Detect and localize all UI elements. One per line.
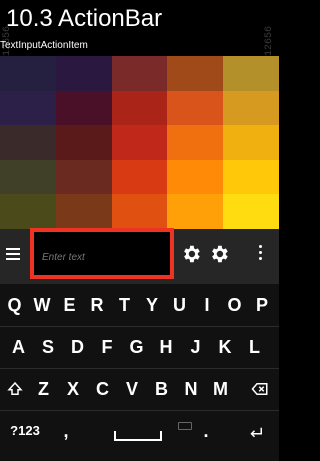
comma-key[interactable]: , [56, 410, 76, 452]
key-b[interactable]: B [149, 368, 174, 410]
color-swatch [55, 159, 112, 195]
key-l[interactable]: L [242, 326, 267, 368]
app-header: 10.3 ActionBar TextInputActionItem [0, 0, 279, 56]
key-d[interactable]: D [65, 326, 90, 368]
spacebar-icon[interactable] [114, 431, 162, 441]
key-e[interactable]: E [57, 284, 82, 326]
gear-icon[interactable] [208, 243, 230, 265]
more-vertical-icon[interactable] [259, 245, 263, 263]
color-swatch [167, 125, 224, 160]
key-v[interactable]: V [120, 368, 145, 410]
backspace-icon[interactable] [248, 380, 272, 398]
key-g[interactable]: G [124, 326, 149, 368]
color-swatch [167, 194, 224, 229]
color-swatch [167, 90, 224, 126]
color-swatch-grid [0, 56, 279, 229]
hamburger-icon[interactable] [6, 248, 20, 262]
key-q[interactable]: Q [2, 284, 27, 326]
key-w[interactable]: W [30, 284, 55, 326]
enter-icon[interactable] [246, 424, 266, 442]
color-swatch [55, 56, 112, 91]
key-i[interactable]: I [195, 284, 220, 326]
key-y[interactable]: Y [140, 284, 165, 326]
color-swatch [223, 90, 279, 126]
color-swatch [0, 125, 56, 160]
color-swatch [0, 194, 56, 229]
key-x[interactable]: X [61, 368, 86, 410]
color-swatch [0, 56, 56, 91]
color-swatch [111, 90, 168, 126]
key-t[interactable]: T [112, 284, 137, 326]
color-swatch [111, 125, 168, 160]
page-subtitle: TextInputActionItem [0, 40, 88, 51]
key-o[interactable]: O [222, 284, 247, 326]
shift-icon[interactable] [6, 380, 24, 398]
color-swatch [0, 159, 56, 195]
key-r[interactable]: R [85, 284, 110, 326]
text-input[interactable] [40, 248, 164, 266]
key-k[interactable]: K [213, 326, 238, 368]
color-swatch [55, 90, 112, 126]
key-s[interactable]: S [36, 326, 61, 368]
color-swatch [167, 56, 224, 91]
key-p[interactable]: P [250, 284, 275, 326]
color-swatch [111, 56, 168, 91]
text-input-action-item[interactable] [30, 228, 174, 279]
key-h[interactable]: H [154, 326, 179, 368]
color-swatch [55, 125, 112, 160]
keyboard-hint-icon [178, 422, 192, 430]
color-swatch [223, 125, 279, 160]
key-m[interactable]: M [208, 368, 233, 410]
period-key[interactable]: . [196, 410, 216, 452]
color-swatch [167, 159, 224, 195]
key-n[interactable]: N [179, 368, 204, 410]
color-swatch [55, 194, 112, 229]
color-swatch [223, 56, 279, 91]
key-f[interactable]: F [95, 326, 120, 368]
key-z[interactable]: Z [31, 368, 56, 410]
color-swatch [111, 159, 168, 195]
color-swatch [0, 90, 56, 126]
page-title: 10.3 ActionBar [6, 5, 163, 32]
gear-icon[interactable] [180, 243, 202, 265]
symbols-key[interactable]: ?123 [6, 410, 44, 452]
color-swatch [111, 194, 168, 229]
key-u[interactable]: U [167, 284, 192, 326]
key-a[interactable]: A [6, 326, 31, 368]
color-swatch [223, 194, 279, 229]
key-j[interactable]: J [183, 326, 208, 368]
color-swatch [223, 159, 279, 195]
key-c[interactable]: C [90, 368, 115, 410]
